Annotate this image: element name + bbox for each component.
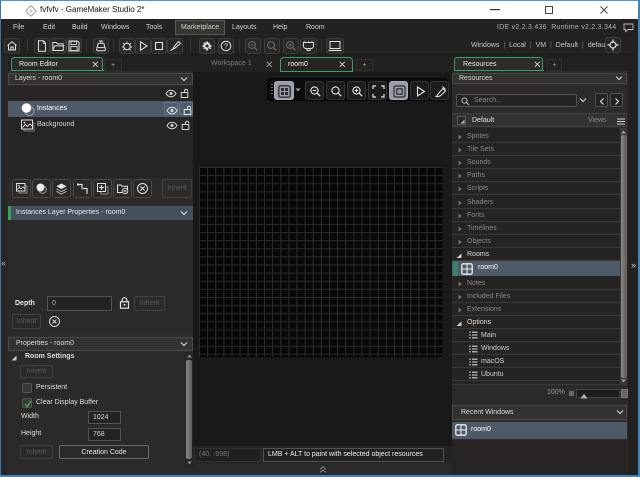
svg-text:?: ? [224,41,228,50]
